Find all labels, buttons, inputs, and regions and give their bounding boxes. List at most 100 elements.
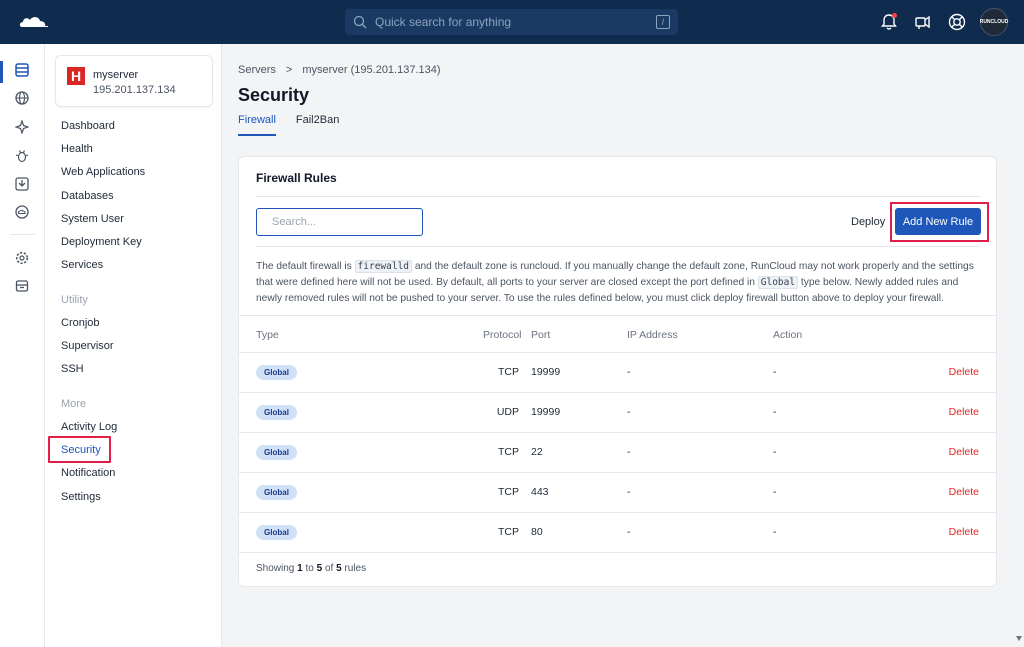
server-card[interactable]: H myserver 195.201.137.134 [55,55,213,107]
rules-search-input[interactable] [272,216,414,228]
delete-rule-link[interactable]: Delete [949,366,979,378]
delete-rule-link[interactable]: Delete [949,486,979,498]
delete-rule-link[interactable]: Delete [949,406,979,418]
search-icon [265,221,266,223]
firewall-rules-card: Firewall Rules Deploy Add New Rule The d… [238,156,997,587]
protocol-cell: TCP [498,446,519,458]
protocol-cell: TCP [498,366,519,378]
type-badge: Global [256,485,297,500]
server-sidebar: H myserver 195.201.137.134 Dashboard Hea… [45,44,222,647]
runcloud-logo-icon[interactable] [18,13,48,31]
notification-dot [892,13,897,18]
port-cell: 80 [531,526,543,538]
sidebar-item-system-user[interactable]: System User [61,213,124,225]
quick-search-input[interactable] [375,15,656,29]
rail-archive-button[interactable] [14,278,30,294]
tab-fail2ban[interactable]: Fail2Ban [296,114,339,136]
sidebar-item-activity-log[interactable]: Activity Log [61,421,117,433]
sidebar-item-web-applications[interactable]: Web Applications [61,166,145,178]
delete-rule-link[interactable]: Delete [949,446,979,458]
notifications-button[interactable] [878,11,900,33]
rail-websites-button[interactable] [14,90,30,106]
table-header: Type Protocol Port IP Address Action [239,315,996,353]
notice-code-global: Global [757,276,799,289]
sidebar-item-security-label: Security [61,444,101,456]
table-row: Global TCP 80 - - Delete [239,513,996,553]
shortcut-key-badge: / [656,15,670,29]
server-ip: 195.201.137.134 [93,84,176,96]
archive-icon [15,280,29,292]
table-row: Global TCP 22 - - Delete [239,433,996,473]
ip-cell: - [627,406,631,418]
cloud-circle-icon [15,205,29,219]
summary-text: rules [341,563,367,574]
delete-rule-link[interactable]: Delete [949,526,979,538]
icon-rail [0,44,45,647]
add-new-rule-button[interactable]: Add New Rule [895,208,981,235]
security-tabs: Firewall Fail2Ban [238,114,359,136]
column-port: Port [531,329,551,341]
help-button[interactable] [946,11,968,33]
lifebuoy-icon [948,13,966,31]
column-protocol: Protocol [483,329,522,341]
port-cell: 19999 [531,366,561,378]
sidebar-item-notification[interactable]: Notification [61,467,115,479]
user-avatar[interactable]: RUNCLOUD [980,8,1008,36]
tab-firewall[interactable]: Firewall [238,114,276,136]
port-cell: 19999 [531,406,561,418]
announcements-button[interactable] [912,11,934,33]
action-cell: - [773,406,777,418]
sidebar-item-health[interactable]: Health [61,143,93,155]
type-badge: Global [256,365,297,380]
bug-icon [15,150,29,163]
table-row: Global UDP 19999 - - Delete [239,393,996,433]
rail-servers-button[interactable] [14,62,30,78]
gear-icon [15,251,29,265]
rail-separator [10,234,35,235]
summary-text: of [322,563,337,574]
action-cell: - [773,366,777,378]
rail-settings-button[interactable] [14,250,30,266]
ip-cell: - [627,486,631,498]
action-cell: - [773,446,777,458]
sidebar-item-security[interactable]: Security [48,436,111,463]
action-cell: - [773,486,777,498]
type-badge: Global [256,445,297,460]
quick-search-bar[interactable]: / [345,9,678,35]
port-cell: 22 [531,446,543,458]
divider [256,246,981,247]
rail-bugs-button[interactable] [14,148,30,164]
sidebar-item-deployment-key[interactable]: Deployment Key [61,236,142,248]
type-badge: Global [256,405,297,420]
column-type: Type [256,329,279,341]
breadcrumb-servers-link[interactable]: Servers [238,64,276,76]
sidebar-item-cronjob[interactable]: Cronjob [61,317,100,329]
ip-cell: - [627,366,631,378]
protocol-cell: TCP [498,526,519,538]
search-icon [353,15,367,29]
ip-cell: - [627,446,631,458]
sidebar-item-dashboard[interactable]: Dashboard [61,120,115,132]
sidebar-item-databases[interactable]: Databases [61,190,114,202]
type-badge: Global [256,525,297,540]
notice-text: The default firewall is [256,261,355,272]
action-cell: - [773,526,777,538]
megaphone-icon [915,15,930,29]
notice-code-firewalld: firewalld [354,260,413,273]
sidebar-group-more: More [61,398,87,410]
globe-icon [15,91,29,105]
breadcrumb: Servers > myserver (195.201.137.134) [238,64,441,76]
rail-backups-button[interactable] [14,176,30,192]
sidebar-item-services[interactable]: Services [61,259,103,271]
rules-search-box[interactable] [256,208,423,236]
scroll-down-arrow-icon[interactable] [1016,636,1022,641]
sidebar-item-ssh[interactable]: SSH [61,363,84,375]
sidebar-item-settings[interactable]: Settings [61,491,101,503]
sidebar-item-supervisor[interactable]: Supervisor [61,340,114,352]
deploy-link[interactable]: Deploy [851,216,885,228]
column-action: Action [773,329,803,341]
rail-settings-star-button[interactable] [14,119,30,135]
card-title: Firewall Rules [256,171,337,185]
server-stack-icon [15,63,29,77]
rail-cloud-button[interactable] [14,204,30,220]
